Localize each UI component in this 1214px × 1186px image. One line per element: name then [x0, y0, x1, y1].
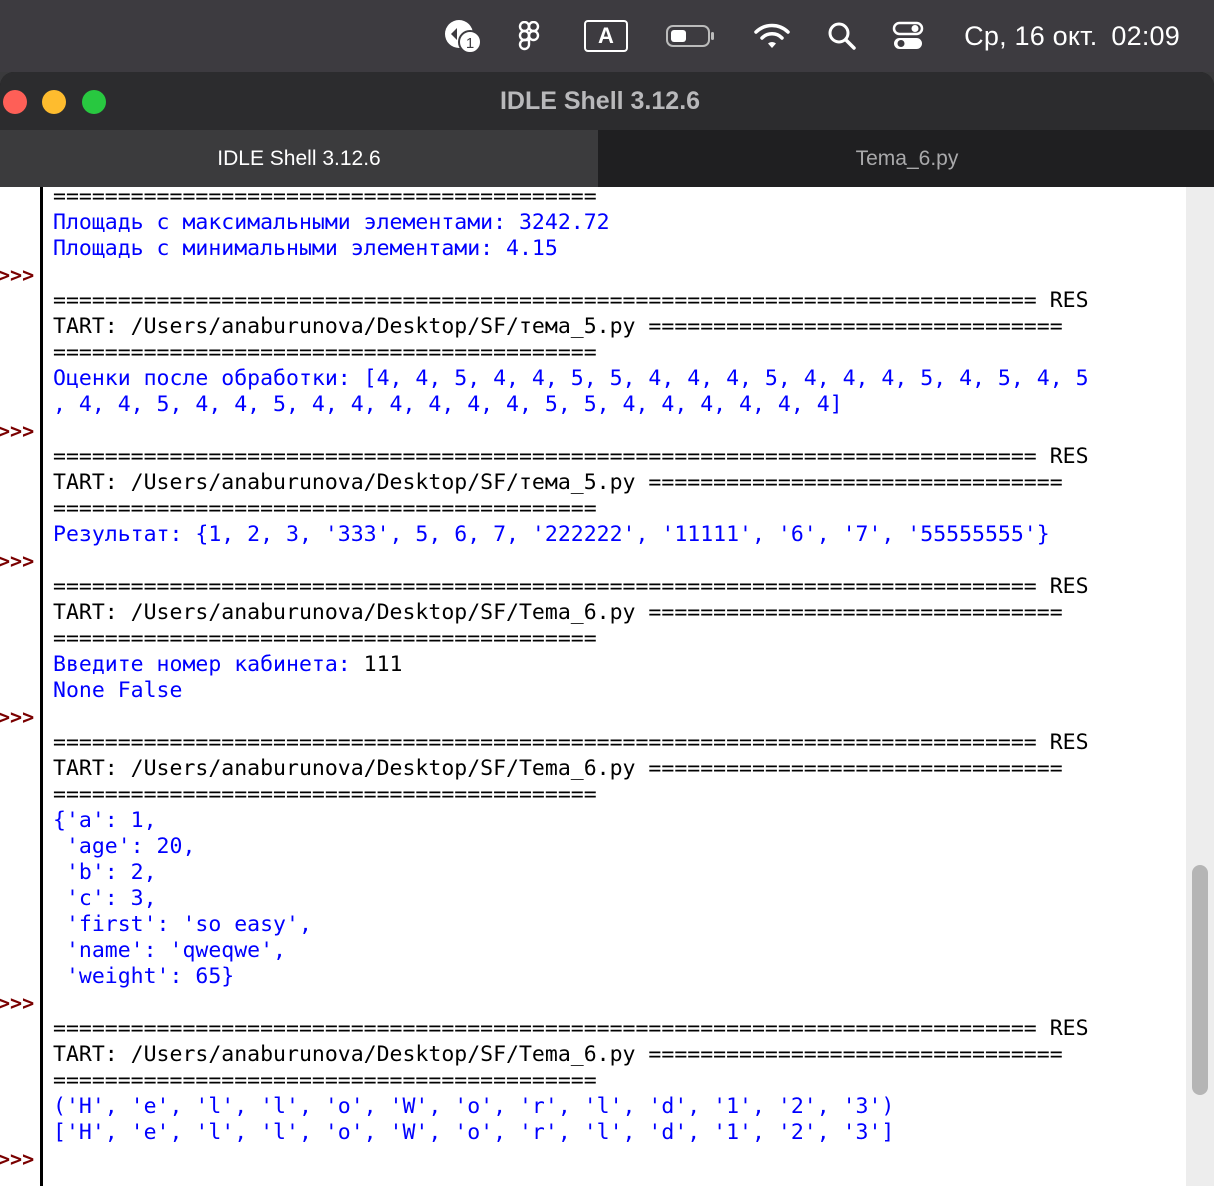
- tab-idle-shell[interactable]: IDLE Shell 3.12.6: [0, 130, 598, 187]
- shell-line-with-input: Введите номер кабинета: 111: [53, 652, 403, 678]
- shell-line: ========================================…: [53, 626, 597, 651]
- shell-line: TART: /Users/anaburunova/Desktop/SF/тема…: [53, 470, 1063, 495]
- shell-line: None False: [53, 678, 183, 703]
- battery-icon[interactable]: [664, 14, 718, 58]
- shell-line: Площадь с минимальными элементами: 4.15: [53, 236, 558, 261]
- wifi-icon[interactable]: [752, 14, 792, 58]
- shell-line: TART: /Users/anaburunova/Desktop/SF/Tema…: [53, 1042, 1063, 1067]
- shell-line: Результат: {1, 2, 3, '333', 5, 6, 7, '22…: [53, 522, 1050, 547]
- menu-bar: 1 A Ср, 16 окт. 02:09: [0, 0, 1214, 72]
- figma-icon[interactable]: [514, 14, 544, 58]
- shell-line: 'b': 2,: [53, 860, 157, 885]
- shell-line: Площадь с максимальными элементами: 3242…: [53, 210, 610, 235]
- user-input: 111: [363, 652, 403, 677]
- shell-line: 'name': 'qweqwe',: [53, 938, 286, 963]
- prompt-gutter: [0, 187, 40, 1186]
- menu-bar-time: 02:09: [1111, 20, 1180, 51]
- shell-line: ========================================…: [53, 730, 1089, 755]
- shell-line: ========================================…: [53, 444, 1089, 469]
- shell-line: ========================================…: [53, 496, 597, 521]
- input-prompt-text: Введите номер кабинета:: [53, 652, 364, 677]
- shell-line: ========================================…: [53, 1068, 597, 1093]
- shell-line: {'a': 1,: [53, 808, 157, 833]
- shell-line: ('H', 'e', 'l', 'l', 'o', 'W', 'o', 'r',…: [53, 1094, 895, 1119]
- notification-icon[interactable]: 1: [440, 14, 484, 58]
- shell-line: ========================================…: [53, 574, 1089, 599]
- shell-prompt: >>>: [0, 705, 35, 729]
- window-titlebar[interactable]: IDLE Shell 3.12.6: [0, 72, 1214, 130]
- shell-prompt: >>>: [0, 1147, 35, 1171]
- shell-line: ========================================…: [53, 1016, 1089, 1041]
- shell-line: TART: /Users/anaburunova/Desktop/SF/тема…: [53, 314, 1063, 339]
- shell-line: 'age': 20,: [53, 834, 196, 859]
- shell-prompt: >>>: [0, 263, 35, 287]
- tab-tema-6[interactable]: Tema_6.py: [600, 130, 1214, 187]
- shell-line: 'weight': 65}: [53, 964, 235, 989]
- shell-prompt: >>>: [0, 549, 35, 573]
- shell-line: 'c': 3,: [53, 886, 157, 911]
- notification-badge: 1: [466, 35, 474, 52]
- shell-output[interactable]: ========================================…: [43, 187, 1186, 1186]
- shell-prompt: >>>: [0, 419, 35, 443]
- shell-line: TART: /Users/anaburunova/Desktop/SF/Tema…: [53, 600, 1063, 625]
- shell-line: Оценки после обработки: [4, 4, 5, 4, 4, …: [53, 366, 1089, 391]
- scrollbar-thumb[interactable]: [1192, 865, 1208, 1095]
- window-title: IDLE Shell 3.12.6: [499, 87, 701, 115]
- input-source-icon[interactable]: A: [583, 14, 629, 58]
- shell-line: ========================================…: [53, 288, 1089, 313]
- shell-line: TART: /Users/anaburunova/Desktop/SF/Tema…: [53, 756, 1063, 781]
- search-icon[interactable]: [824, 14, 860, 58]
- shell-prompt: >>>: [0, 991, 35, 1015]
- input-source-label: A: [584, 20, 628, 52]
- menu-bar-clock[interactable]: Ср, 16 окт. 02:09: [950, 14, 1180, 58]
- shell-line: ['H', 'e', 'l', 'l', 'o', 'W', 'o', 'r',…: [53, 1120, 895, 1145]
- shell-line: 'first': 'so easy',: [53, 912, 312, 937]
- shell-line: ========================================…: [53, 782, 597, 807]
- shell-line: , 4, 4, 5, 4, 4, 5, 4, 4, 4, 4, 4, 4, 5,…: [53, 392, 843, 417]
- shell-line: ========================================…: [53, 340, 597, 365]
- menu-bar-date: Ср, 16 окт.: [964, 20, 1098, 51]
- shell-line: ========================================…: [53, 187, 597, 209]
- control-center-icon[interactable]: [890, 14, 926, 58]
- tab-bar: IDLE Shell 3.12.6 Tema_6.py: [0, 130, 1214, 187]
